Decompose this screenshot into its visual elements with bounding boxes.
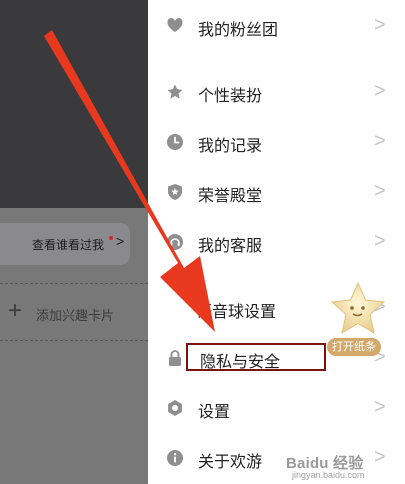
open-note-button[interactable]: 打开纸条	[327, 338, 381, 356]
menu-item-settings[interactable]: 设置 >	[148, 388, 405, 428]
lock-icon	[169, 350, 181, 366]
gear-icon	[168, 400, 182, 416]
menu-item-decoration[interactable]: 个性装扮 >	[148, 72, 405, 112]
background-dark-area	[0, 0, 148, 208]
chevron-right-icon: >	[374, 180, 386, 202]
menu-item-records[interactable]: 我的记录 >	[148, 122, 405, 162]
chevron-right-icon: >	[374, 130, 386, 152]
menu-item-label: 我的粉丝团	[198, 22, 279, 39]
dashed-divider	[0, 340, 148, 341]
menu-item-about[interactable]: 关于欢游 >	[148, 438, 405, 478]
chevron-right-icon: >	[374, 396, 386, 418]
menu-item-label: 设置	[198, 404, 231, 421]
add-interest-card-button[interactable]: 添加兴趣卡片	[36, 305, 114, 324]
headset-icon	[167, 234, 183, 250]
menu-item-label: 我的记录	[198, 138, 263, 155]
menu-item-label: 我的客服	[198, 238, 263, 255]
heart-icon	[167, 18, 183, 32]
clock-icon	[167, 134, 183, 150]
shield-star-icon	[168, 184, 182, 200]
highlight-box	[186, 343, 326, 371]
menu-item-label: 语音球设置	[196, 304, 277, 321]
chevron-right-icon: >	[374, 446, 386, 468]
menu-item-label: 荣誉殿堂	[198, 188, 263, 205]
visitor-label: 查看谁看过我	[32, 238, 105, 252]
star-icon	[167, 84, 183, 99]
chevron-right-icon: >	[374, 14, 386, 36]
menu-item-hall-of-honor[interactable]: 荣誉殿堂 >	[148, 172, 405, 212]
new-visitor-dot	[109, 236, 113, 240]
watermark-url: jingyan.baidu.com	[292, 470, 365, 480]
menu-item-customer-service[interactable]: 我的客服 >	[148, 222, 405, 262]
dashed-divider	[0, 283, 148, 284]
info-icon	[167, 450, 183, 466]
menu-item-label: 个性装扮	[198, 88, 263, 105]
plus-icon: +	[8, 297, 23, 324]
menu-item-fan-club[interactable]: 我的粉丝团 >	[148, 6, 405, 46]
chevron-right-icon: >	[374, 80, 386, 102]
chevron-right-icon: >	[374, 230, 386, 252]
floating-star-icon[interactable]	[328, 280, 388, 340]
menu-item-label: 关于欢游	[198, 454, 263, 471]
chevron-right-icon: >	[116, 233, 125, 249]
